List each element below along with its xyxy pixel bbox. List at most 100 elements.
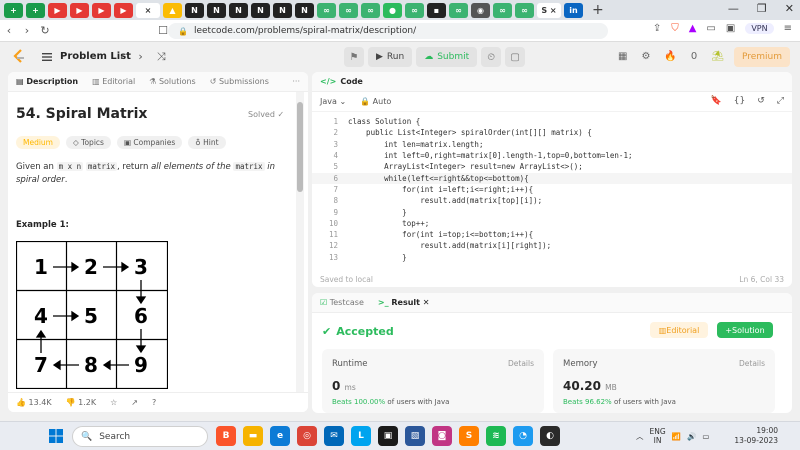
store-app-icon[interactable]: L	[351, 426, 371, 446]
battery-icon[interactable]: ▭	[702, 432, 709, 441]
minimize-icon[interactable]: —	[728, 2, 739, 15]
notes-button[interactable]: ▢	[505, 47, 526, 67]
wallet-icon[interactable]: ▣	[726, 23, 735, 34]
instagram-app-icon[interactable]: ◙	[432, 426, 452, 446]
code-line[interactable]: 1 class Solution {	[312, 116, 792, 127]
run-button[interactable]: ▶ Run	[368, 47, 413, 67]
fullscreen-icon[interactable]: ⤢	[777, 96, 784, 106]
spotify-app-icon[interactable]: ≋	[486, 426, 506, 446]
code-line[interactable]: 3 int len=matrix.length;	[312, 139, 792, 150]
tab-drive-icon[interactable]: ▲	[163, 2, 182, 18]
editorial-button[interactable]: ▥ Editorial	[650, 322, 708, 338]
tab-submissions[interactable]: ↺ Submissions	[210, 77, 269, 86]
menu-icon[interactable]: ≡	[784, 23, 792, 34]
tab-chatgpt-icon[interactable]: ∞	[361, 2, 380, 18]
memory-card[interactable]: Memory Details 40.20 MB Beats 96.62% of …	[553, 349, 775, 413]
settings-icon[interactable]: ⚙	[641, 51, 650, 62]
sublime-app-icon[interactable]: S	[459, 426, 479, 446]
tab-youtube-icon[interactable]: ▶	[114, 2, 133, 18]
forward-icon[interactable]: ›	[18, 24, 36, 37]
code-line[interactable]: 9 }	[312, 206, 792, 217]
scrollbar-thumb[interactable]	[297, 102, 303, 192]
prev-problem-icon[interactable]: ‹	[120, 50, 124, 64]
reload-icon[interactable]: ↻	[36, 24, 54, 37]
app-icon[interactable]: ▣	[378, 426, 398, 446]
brave-app-icon[interactable]: B	[216, 426, 236, 446]
back-icon[interactable]: ‹	[0, 24, 18, 37]
clock[interactable]: 19:00 13-09-2023	[732, 426, 778, 446]
memory-details-link[interactable]: Details	[739, 359, 765, 368]
tab-chatgpt-icon[interactable]: ∞	[449, 2, 468, 18]
code-editor[interactable]: 1 class Solution {2 public List<Integer> …	[312, 116, 792, 264]
tab-sheets-icon[interactable]: +	[26, 2, 45, 18]
dislike-button[interactable]: 👎 1.2K	[66, 398, 96, 407]
tab-github-icon[interactable]: ◉	[471, 2, 490, 18]
code-line[interactable]: 12 result.add(matrix[i][right]);	[312, 240, 792, 251]
chrome-app-icon[interactable]: ◎	[297, 426, 317, 446]
solution-button[interactable]: + Solution	[717, 322, 773, 338]
tab-testcase[interactable]: ☑ Testcase	[320, 298, 364, 307]
format-code-icon[interactable]: {}	[734, 96, 745, 106]
chevron-up-icon[interactable]: ︿	[636, 431, 644, 442]
volume-icon[interactable]: 🔊	[687, 432, 696, 441]
help-icon[interactable]: ?	[152, 398, 156, 407]
close-icon[interactable]: ✕	[785, 2, 794, 15]
leetcode-logo-icon[interactable]	[12, 49, 26, 65]
tab-chatgpt-icon[interactable]: ∞	[493, 2, 512, 18]
code-line[interactable]: 13 }	[312, 252, 792, 263]
like-button[interactable]: 👍 13.4K	[16, 398, 52, 407]
share-icon[interactable]: ⇪	[653, 23, 661, 34]
layout-icon[interactable]: ▦	[618, 51, 627, 62]
windows-start-icon[interactable]	[49, 429, 63, 443]
hint-tag[interactable]: ♁ Hint	[188, 136, 226, 149]
companies-tag[interactable]: ▣ Companies	[116, 136, 183, 149]
code-line[interactable]: 2 public List<Integer> spiralOrder(int[]…	[312, 127, 792, 138]
code-line[interactable]: 11 for(int i=top;i<=bottom;i++){	[312, 229, 792, 240]
taskbar-search[interactable]: 🔍 Search	[72, 426, 208, 447]
code-line[interactable]: 5 ArrayList<Integer> result=new ArrayLis…	[312, 161, 792, 172]
photos-app-icon[interactable]: ▧	[405, 426, 425, 446]
debug-button[interactable]: ⚑	[344, 47, 364, 67]
star-icon[interactable]: ☆	[110, 398, 117, 407]
tab-chatgpt-icon[interactable]: ∞	[339, 2, 358, 18]
maximize-icon[interactable]: ❐	[757, 2, 767, 15]
bookmark-code-icon[interactable]: 🔖	[711, 96, 722, 106]
tab-app-icon[interactable]: ▪	[427, 2, 446, 18]
brave-rewards-icon[interactable]: ▲	[689, 23, 697, 34]
tab-notion-icon[interactable]: N	[185, 2, 204, 18]
tab-chatgpt-icon[interactable]: ∞	[405, 2, 424, 18]
tab-sheets-icon[interactable]: +	[4, 2, 23, 18]
tab-notion-icon[interactable]: N	[207, 2, 226, 18]
streak-icon[interactable]: 🔥	[664, 51, 676, 62]
difficulty-badge[interactable]: Medium	[16, 136, 60, 149]
brave-shield-icon[interactable]: ⛉	[671, 23, 679, 34]
share-link-icon[interactable]: ↗	[131, 398, 138, 407]
eclipse-app-icon[interactable]: ◐	[540, 426, 560, 446]
runtime-card[interactable]: Runtime Details 0 ms Beats 100.00% of us…	[322, 349, 544, 413]
tab-green-icon[interactable]: ●	[383, 2, 402, 18]
tab-chatgpt-icon[interactable]: ∞	[515, 2, 534, 18]
tab-active[interactable]: ×	[136, 2, 160, 18]
topics-tag[interactable]: ◇ Topics	[66, 136, 111, 149]
next-problem-icon[interactable]: ›	[138, 50, 142, 64]
code-line[interactable]: 6 while(left<=right&&top<=bottom){	[312, 172, 792, 184]
tab-notion-icon[interactable]: N	[273, 2, 292, 18]
tab-youtube-icon[interactable]: ▶	[48, 2, 67, 18]
submit-button[interactable]: ☁ Submit	[416, 47, 478, 67]
tab-youtube-icon[interactable]: ▶	[70, 2, 89, 18]
timer-button[interactable]: ⏲	[481, 47, 502, 67]
avatar[interactable]: ⛱	[711, 51, 724, 62]
reset-code-icon[interactable]: ↺	[757, 96, 765, 106]
tab-youtube-icon[interactable]: ▶	[92, 2, 111, 18]
more-icon[interactable]: ···	[292, 77, 300, 86]
wifi-icon[interactable]: 📶	[672, 432, 681, 441]
tab-notion-icon[interactable]: N	[251, 2, 270, 18]
premium-button[interactable]: Premium	[734, 47, 790, 67]
tab-notion-icon[interactable]: N	[295, 2, 314, 18]
app-icon[interactable]: ◔	[513, 426, 533, 446]
shuffle-icon[interactable]: ⤨	[157, 50, 166, 64]
tab-leetcode-current[interactable]: S ×	[537, 2, 561, 18]
language-select[interactable]: Java ⌄	[320, 97, 346, 106]
new-tab-button[interactable]: +	[592, 2, 604, 18]
code-line[interactable]: 4 int left=0,right=matrix[0].length-1,to…	[312, 150, 792, 161]
